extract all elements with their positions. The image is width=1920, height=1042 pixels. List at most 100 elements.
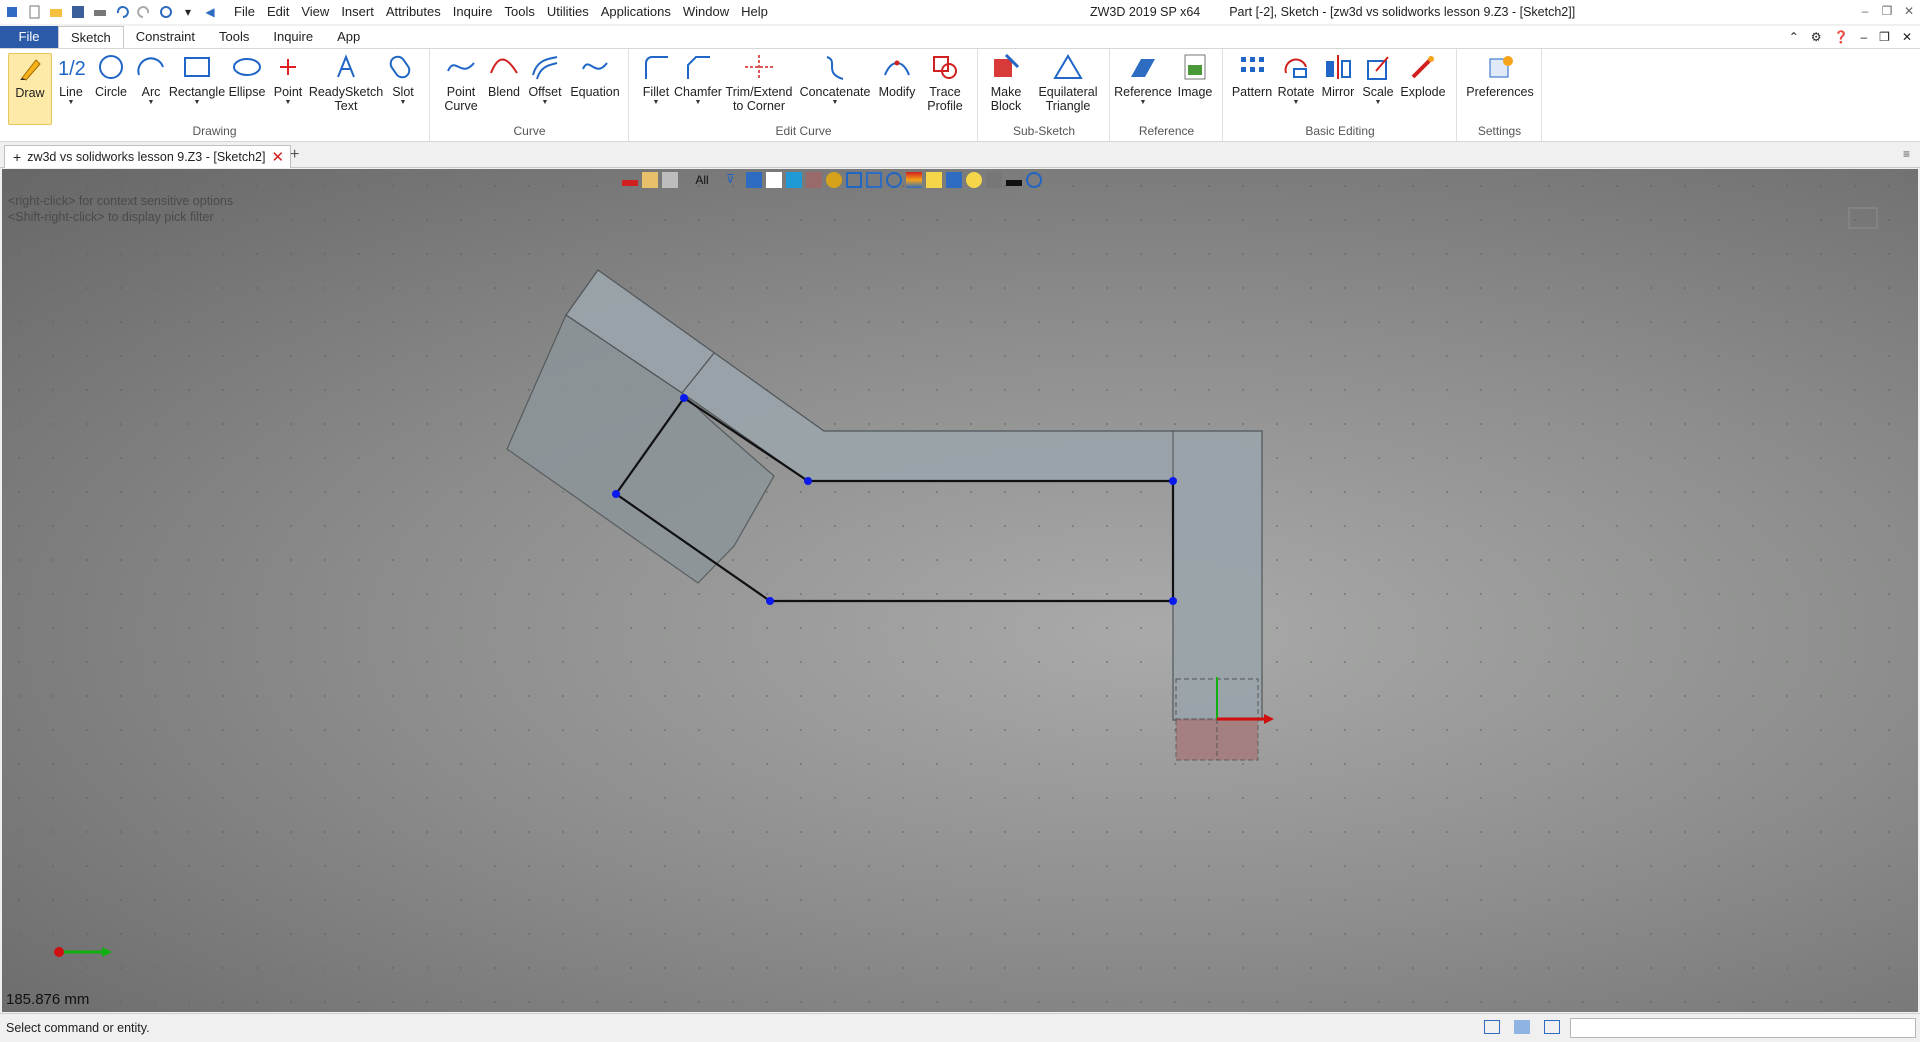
- chevron-down-icon[interactable]: ▾: [180, 4, 196, 20]
- group-label-edit-curve: Edit Curve: [775, 124, 832, 138]
- settings-gear-icon[interactable]: ⚙: [1811, 30, 1822, 44]
- help-icon[interactable]: ❓: [1834, 30, 1849, 44]
- equilateral-triangle-button[interactable]: Equilateral Triangle: [1033, 53, 1103, 113]
- document-tab[interactable]: + zw3d vs solidworks lesson 9.Z3 - [Sket…: [4, 145, 292, 168]
- fillet-label: Fillet: [642, 85, 670, 99]
- status-display-icon[interactable]: [1514, 1020, 1530, 1034]
- explode-button[interactable]: Explode: [1400, 53, 1446, 99]
- restore-icon[interactable]: ❐: [1876, 0, 1898, 22]
- back-arrow-icon[interactable]: ◀: [202, 4, 218, 20]
- tab-tools[interactable]: Tools: [207, 26, 261, 48]
- mirror-button[interactable]: Mirror: [1318, 53, 1358, 99]
- scale-label: Scale: [1362, 85, 1394, 99]
- trace-profile-button[interactable]: Trace Profile: [922, 53, 968, 113]
- menu-tools[interactable]: Tools: [499, 0, 541, 24]
- point-button[interactable]: Point ▼: [272, 53, 304, 107]
- document-tab-bar: + zw3d vs solidworks lesson 9.Z3 - [Sket…: [0, 143, 1920, 168]
- offset-button[interactable]: Offset ▼: [527, 53, 563, 107]
- ribbon: Draw 1/2 Line ▼ Circle Arc ▼ Rectangle ▼ El…: [0, 48, 1920, 142]
- menu-file[interactable]: File: [228, 0, 261, 24]
- command-input[interactable]: [1570, 1018, 1916, 1038]
- arc-button[interactable]: Arc ▼: [136, 53, 166, 107]
- graphics-viewport[interactable]: <right-click> for context sensitive opti…: [2, 169, 1918, 1012]
- rectangle-icon: [184, 57, 210, 77]
- save-icon[interactable]: [70, 4, 86, 20]
- chamfer-button[interactable]: Chamfer ▼: [674, 53, 722, 107]
- open-folder-icon[interactable]: [48, 4, 64, 20]
- draw-button[interactable]: Draw: [8, 53, 52, 125]
- app-icon[interactable]: [4, 4, 20, 20]
- circle-button[interactable]: Circle: [92, 53, 130, 99]
- new-tab-icon[interactable]: +: [290, 146, 299, 164]
- rotate-button[interactable]: Rotate ▼: [1276, 53, 1316, 107]
- image-label: Image: [1177, 85, 1213, 99]
- tab-list-icon[interactable]: ≡: [1903, 147, 1910, 161]
- status-list-icon[interactable]: [1544, 1020, 1560, 1034]
- menu-help[interactable]: Help: [735, 0, 774, 24]
- group-label-sub-sketch: Sub-Sketch: [1012, 124, 1076, 138]
- make-block-button[interactable]: Make Block: [987, 53, 1025, 113]
- blend-button[interactable]: Blend: [487, 53, 521, 99]
- undo-icon[interactable]: [114, 4, 130, 20]
- menu-utilities[interactable]: Utilities: [541, 0, 595, 24]
- menu-applications[interactable]: Applications: [595, 0, 677, 24]
- ellipse-icon: [233, 58, 261, 76]
- point-label: Point: [273, 85, 303, 99]
- slot-button[interactable]: Slot ▼: [386, 53, 420, 107]
- ellipse-button[interactable]: Ellipse: [228, 53, 266, 99]
- tab-constraint[interactable]: Constraint: [124, 26, 207, 48]
- doc-minimize-icon[interactable]: –: [1860, 30, 1867, 44]
- point-curve-button[interactable]: Point Curve: [441, 53, 481, 113]
- tab-inquire[interactable]: Inquire: [261, 26, 325, 48]
- tab-sketch[interactable]: Sketch: [58, 26, 124, 48]
- status-grid-icon[interactable]: [1484, 1020, 1500, 1034]
- offset-icon: [532, 56, 558, 80]
- new-file-icon[interactable]: [26, 4, 42, 20]
- text-a-icon: [337, 54, 355, 78]
- trim-extend-button[interactable]: Trim/Extend to Corner: [726, 53, 792, 113]
- collapse-ribbon-icon[interactable]: ⌃: [1789, 30, 1799, 44]
- doc-restore-icon[interactable]: ❐: [1879, 30, 1890, 44]
- trace-label-2: Profile: [927, 99, 963, 113]
- reference-button[interactable]: Reference ▼: [1114, 53, 1172, 107]
- preferences-button[interactable]: Preferences: [1466, 53, 1534, 99]
- group-label-curve: Curve: [513, 124, 546, 138]
- menu-insert[interactable]: Insert: [335, 0, 380, 24]
- group-label-settings: Settings: [1477, 124, 1522, 138]
- menu-inquire[interactable]: Inquire: [447, 0, 499, 24]
- menu-attributes[interactable]: Attributes: [380, 0, 447, 24]
- group-sub-sketch: Make Block Equilateral Triangle Sub-Sket…: [979, 49, 1110, 141]
- close-icon[interactable]: ✕: [1898, 0, 1920, 22]
- modify-button[interactable]: Modify: [876, 53, 918, 99]
- preferences-icon: [1489, 56, 1513, 78]
- menu-view[interactable]: View: [295, 0, 335, 24]
- line-button[interactable]: 1/2 Line ▼: [56, 53, 86, 107]
- explode-label: Explode: [1400, 85, 1446, 99]
- image-button[interactable]: Image: [1175, 53, 1215, 99]
- print-icon[interactable]: [92, 4, 108, 20]
- menu-edit[interactable]: Edit: [261, 0, 295, 24]
- mirror-label: Mirror: [1321, 85, 1355, 99]
- tab-file[interactable]: File: [0, 26, 58, 48]
- readysketch-text-button[interactable]: ReadySketch Text: [309, 53, 383, 113]
- doc-close-icon[interactable]: ✕: [1902, 30, 1912, 44]
- equation-button[interactable]: Equation: [569, 53, 621, 99]
- minimize-icon[interactable]: –: [1854, 0, 1876, 22]
- redo-icon[interactable]: [136, 4, 152, 20]
- menu-window[interactable]: Window: [677, 0, 735, 24]
- slot-icon: [389, 55, 411, 79]
- close-tab-icon[interactable]: ✕: [271, 148, 284, 166]
- fillet-button[interactable]: Fillet ▼: [638, 53, 674, 107]
- measure-readout: 185.876 mm: [6, 991, 90, 1008]
- triangle-icon: [1053, 54, 1083, 79]
- rectangle-button[interactable]: Rectangle ▼: [169, 53, 225, 107]
- refresh-icon[interactable]: [158, 4, 174, 20]
- concatenate-button[interactable]: Concatenate ▼: [800, 53, 870, 107]
- group-label-reference: Reference: [1138, 124, 1195, 138]
- tab-app[interactable]: App: [325, 26, 372, 48]
- scale-button[interactable]: Scale ▼: [1360, 53, 1396, 107]
- pattern-button[interactable]: Pattern: [1230, 53, 1274, 99]
- fillet-icon: [645, 56, 668, 79]
- window-title: ZW3D 2019 SP x64 Part [-2], Sketch - [zw…: [1090, 0, 1575, 24]
- scale-icon: [1367, 56, 1389, 80]
